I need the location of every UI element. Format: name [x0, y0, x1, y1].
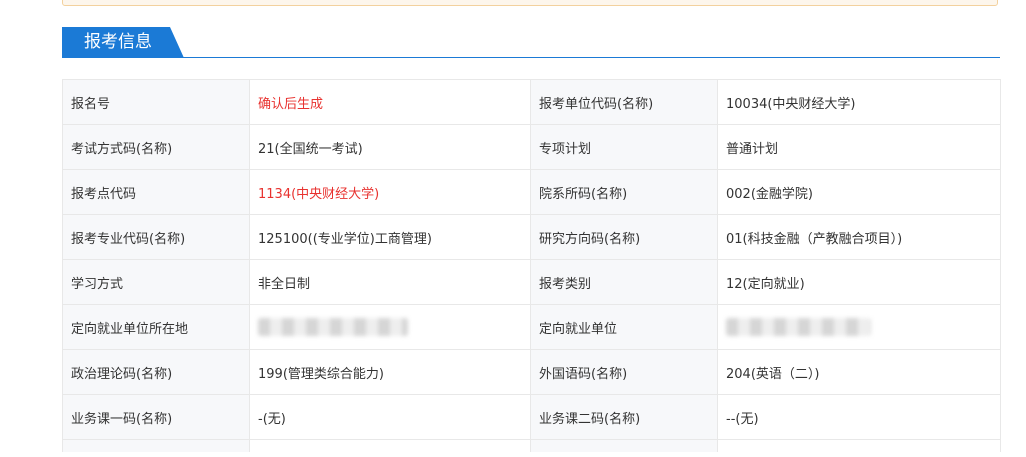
field-value: -(无) — [249, 394, 531, 440]
field-value-redacted — [249, 304, 531, 350]
registration-info-table: 报名号 确认后生成 报考单位代码(名称) 10034(中央财经大学) 考试方式码… — [62, 79, 1001, 452]
field-value — [717, 439, 1001, 452]
table-row: 政治理论码(名称) 199(管理类综合能力) 外国语码(名称) 204(英语（二… — [62, 349, 1001, 395]
field-value-redacted — [717, 304, 1001, 350]
table-row: 报考专业代码(名称) 125100((专业学位)工商管理) 研究方向码(名称) … — [62, 214, 1001, 260]
field-value: 12(定向就业) — [717, 259, 1001, 305]
field-label: 报考单位代码(名称) — [530, 79, 718, 125]
notice-bar — [62, 0, 998, 6]
field-label: 报考类别 — [530, 259, 718, 305]
field-value: 01(科技金融（产教融合项目）) — [717, 214, 1001, 260]
table-row-partial — [62, 439, 1001, 452]
field-value: 125100((专业学位)工商管理) — [249, 214, 531, 260]
section-header: 报考信息 — [62, 26, 1000, 58]
table-row: 定向就业单位所在地 定向就业单位 — [62, 304, 1001, 350]
table-row: 考试方式码(名称) 21(全国统一考试) 专项计划 普通计划 — [62, 124, 1001, 170]
table-row: 报考点代码 1134(中央财经大学) 院系所码(名称) 002(金融学院) — [62, 169, 1001, 215]
redacted-blur — [258, 318, 408, 336]
section-title: 报考信息 — [62, 27, 184, 58]
field-value: 1134(中央财经大学) — [249, 169, 531, 215]
field-label: 外国语码(名称) — [530, 349, 718, 395]
field-value: 21(全国统一考试) — [249, 124, 531, 170]
field-label — [530, 439, 718, 452]
field-label: 研究方向码(名称) — [530, 214, 718, 260]
field-value: 非全日制 — [249, 259, 531, 305]
redacted-blur — [726, 318, 871, 336]
field-label: 定向就业单位 — [530, 304, 718, 350]
field-value: --(无) — [717, 394, 1001, 440]
field-label: 考试方式码(名称) — [62, 124, 250, 170]
field-value: 002(金融学院) — [717, 169, 1001, 215]
field-label: 学习方式 — [62, 259, 250, 305]
field-value: 199(管理类综合能力) — [249, 349, 531, 395]
table-row: 业务课一码(名称) -(无) 业务课二码(名称) --(无) — [62, 394, 1001, 440]
field-label: 政治理论码(名称) — [62, 349, 250, 395]
field-label: 报名号 — [62, 79, 250, 125]
field-label: 业务课一码(名称) — [62, 394, 250, 440]
field-label: 专项计划 — [530, 124, 718, 170]
field-value: 10034(中央财经大学) — [717, 79, 1001, 125]
field-label: 业务课二码(名称) — [530, 394, 718, 440]
field-value — [249, 439, 531, 452]
table-row: 学习方式 非全日制 报考类别 12(定向就业) — [62, 259, 1001, 305]
field-label: 定向就业单位所在地 — [62, 304, 250, 350]
field-label: 报考专业代码(名称) — [62, 214, 250, 260]
field-label — [62, 439, 250, 452]
field-value: 204(英语（二）) — [717, 349, 1001, 395]
table-row: 报名号 确认后生成 报考单位代码(名称) 10034(中央财经大学) — [62, 79, 1001, 125]
field-label: 院系所码(名称) — [530, 169, 718, 215]
field-value: 确认后生成 — [249, 79, 531, 125]
field-value: 普通计划 — [717, 124, 1001, 170]
field-label: 报考点代码 — [62, 169, 250, 215]
